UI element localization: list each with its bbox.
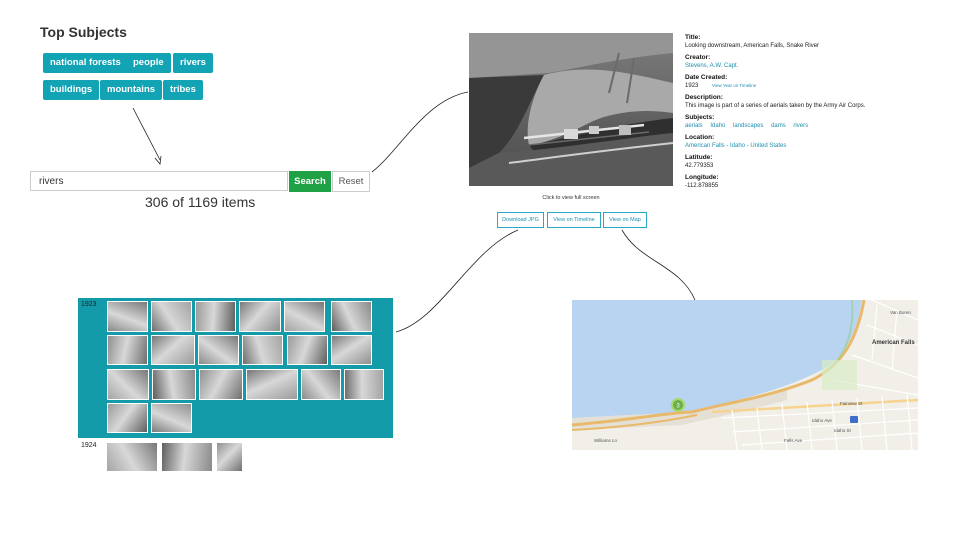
thumbnail[interactable] [344,369,384,400]
longitude-value: -112.878855 [685,183,719,189]
top-subjects-title: Top Subjects [40,24,127,40]
thumbnail[interactable] [162,443,212,471]
tag-people[interactable]: people [126,53,171,73]
thumbnail[interactable] [198,335,239,365]
thumbnail[interactable] [331,335,372,365]
thumbnail[interactable] [107,369,149,400]
thumbnail[interactable] [217,443,242,471]
location-label: Location: [685,134,715,141]
year-label-1924: 1924 [81,442,97,449]
thumbnail[interactable] [287,335,328,365]
creator-label: Creator: [685,54,711,61]
thumbnail[interactable] [151,301,192,332]
map-label-falls-ave: Falls Ave [784,438,803,443]
view-on-timeline-button[interactable]: View on Timeline [547,212,601,228]
subject-link[interactable]: Idaho [710,123,725,129]
thumbnail[interactable] [331,301,372,332]
creator-link[interactable]: Stevens, A.W. Capt. [685,62,915,70]
search-input[interactable]: rivers [30,171,288,191]
metadata-panel: Title: Looking downstream, American Fall… [685,34,915,230]
view-year-link[interactable]: View Year on Timeline [712,83,756,88]
subject-link[interactable]: rivers [793,123,808,129]
map-label-idaho-st: Idaho St [834,428,852,433]
result-count: 306 of 1169 items [145,194,256,210]
aerial-photo[interactable] [469,33,673,186]
description-label: Description: [685,94,723,101]
latitude-label: Latitude: [685,154,713,161]
thumbnail[interactable] [301,369,341,400]
longitude-label: Longitude: [685,174,719,181]
thumbnail[interactable] [151,335,195,365]
map-label-idaho-ave: Idaho Ave [812,418,832,423]
description-value: This image is part of a series of aerial… [685,103,866,109]
map-label-van-buren: Van Buren [890,310,911,315]
map-label-fairview-st: Fairview St [840,401,863,406]
subject-link[interactable]: aerials [685,123,703,129]
subject-link[interactable]: dams [771,123,786,129]
thumbnail[interactable] [107,301,148,332]
title-label: Title: [685,34,701,41]
map-label-williams-ln: Williams Ln [594,438,618,443]
thumbnail[interactable] [107,443,157,471]
date-label: Date Created: [685,74,728,81]
location-link[interactable]: American Falls - Idaho - United States [685,142,915,150]
map-label-american-falls: American Falls [872,340,915,346]
reset-button[interactable]: Reset [332,171,370,192]
thumbnail[interactable] [239,301,281,332]
thumbnail[interactable] [195,301,236,332]
thumbnail[interactable] [284,301,325,332]
view-on-map-button[interactable]: View on Map [603,212,647,228]
thumbnail[interactable] [242,335,283,365]
date-value: 1923 [685,83,699,89]
tag-national-forests[interactable]: national forests [43,53,128,73]
subjects-label: Subjects: [685,114,715,121]
search-button[interactable]: Search [289,171,331,192]
latitude-value: 42.779353 [685,163,714,169]
date-row: 1923 View Year on Timeline [685,82,915,90]
subject-link[interactable]: landscapes [733,123,763,129]
subjects-links: aerials Idaho landscapes dams rivers [685,122,915,130]
tag-tribes[interactable]: tribes [163,80,203,100]
photo-caption: Click to view full screen [542,195,600,201]
thumbnail[interactable] [107,403,148,433]
thumbnail[interactable] [246,369,298,400]
year-label-1923: 1923 [81,301,97,308]
download-jpg-button[interactable]: Download JPG [497,212,544,228]
tag-rivers[interactable]: rivers [173,53,213,73]
thumbnail[interactable] [199,369,243,400]
thumbnail[interactable] [151,403,192,433]
thumbnail[interactable] [152,369,196,400]
title-value: Looking downstream, American Falls, Snak… [685,43,820,49]
thumbnail[interactable] [107,335,148,365]
tag-mountains[interactable]: mountains [100,80,163,100]
tag-buildings[interactable]: buildings [43,80,100,100]
location-map[interactable]: 3 American Falls Williams Ln Falls Ave I… [572,300,918,450]
